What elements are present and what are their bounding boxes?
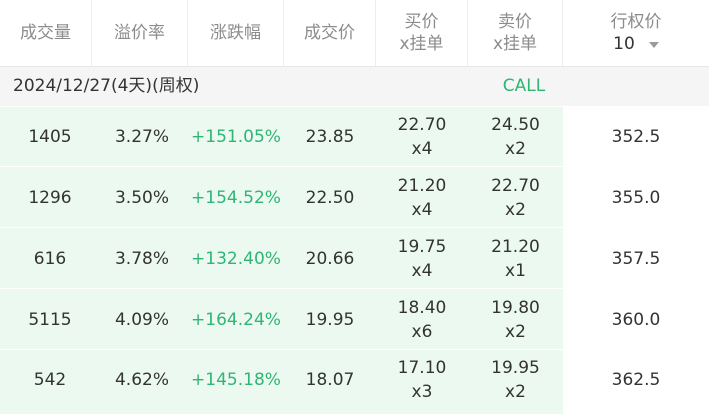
ask-cell[interactable]: 19.95 x2 (468, 350, 563, 410)
row-divider (0, 227, 709, 228)
expiry-row[interactable]: 2024/12/27(4天)(周权) CALL (0, 67, 709, 106)
table-row[interactable]: 542 4.62% +145.18% 18.07 17.10 x3 19.95 x2… (0, 350, 709, 410)
ask-size: x2 (505, 139, 526, 159)
col-header-strike-label: 行权价 (610, 12, 662, 32)
table-row[interactable]: 616 3.78% +132.40% 20.66 19.75 x4 21.20 x1… (0, 229, 709, 289)
bid-price: 19.75 (397, 237, 447, 257)
volume-cell: 1405 (28, 127, 72, 147)
ask-size: x2 (505, 322, 526, 342)
ask-cell[interactable]: 21.20 x1 (468, 229, 563, 289)
ask-size: x2 (505, 200, 526, 220)
col-header-volume-label: 成交量 (20, 23, 71, 43)
last-price-cell: 23.85 (305, 127, 355, 147)
premium-cell: 3.78% (114, 249, 169, 269)
bid-size: x6 (411, 322, 433, 342)
col-header-ask-size-label: x挂单 (492, 34, 538, 54)
strike-cell: 357.5 (611, 249, 661, 269)
col-header-premium-label: 溢价率 (114, 23, 165, 43)
volume-cell: 542 (33, 370, 67, 390)
table-row[interactable]: 1405 3.27% +151.05% 23.85 22.70 x4 24.50 x… (0, 107, 709, 167)
col-header-bid[interactable]: 买价 x挂单 (376, 0, 468, 66)
volume-cell: 5115 (28, 310, 72, 330)
last-price-cell: 22.50 (305, 188, 355, 208)
bid-cell[interactable]: 17.10 x3 (376, 350, 468, 410)
bid-size: x4 (411, 261, 433, 281)
col-header-change[interactable]: 涨跌幅 (188, 0, 284, 66)
bid-price: 22.70 (397, 115, 447, 135)
bid-size: x4 (411, 139, 433, 159)
col-header-last-label: 成交价 (304, 23, 355, 43)
ask-cell[interactable]: 19.80 x2 (468, 290, 563, 350)
bid-cell[interactable]: 22.70 x4 (376, 107, 468, 167)
option-chain-table: 成交量 溢价率 涨跌幅 成交价 买价 x挂单 卖价 x挂单 行权价 10 202… (0, 0, 709, 414)
premium-cell: 3.27% (114, 127, 169, 147)
col-header-strike[interactable]: 行权价 10 (563, 0, 709, 66)
strike-cell: 355.0 (611, 188, 661, 208)
ask-size: x1 (505, 261, 526, 281)
strike-count-value: 10 (613, 34, 635, 54)
volume-cell: 1296 (28, 188, 72, 208)
ask-price: 19.95 (491, 358, 540, 378)
bid-size: x4 (411, 200, 433, 220)
col-header-ask[interactable]: 卖价 x挂单 (468, 0, 563, 66)
col-header-change-label: 涨跌幅 (210, 23, 261, 43)
ask-price: 22.70 (491, 176, 540, 196)
ask-price: 19.80 (491, 298, 540, 318)
col-header-volume[interactable]: 成交量 (0, 0, 92, 66)
bid-price: 17.10 (397, 358, 447, 378)
col-header-premium[interactable]: 溢价率 (92, 0, 188, 66)
ask-cell[interactable]: 24.50 x2 (468, 107, 563, 167)
change-cell: +164.24% (191, 310, 281, 330)
strike-cell: 362.5 (611, 370, 661, 390)
expiry-date: 2024/12/27(4天)(周权) (13, 76, 200, 96)
premium-cell: 4.09% (114, 310, 169, 330)
strike-cell: 360.0 (611, 310, 661, 330)
strike-count-dropdown[interactable]: 10 (613, 33, 659, 55)
table-row[interactable]: 1296 3.50% +154.52% 22.50 21.20 x4 22.70 x… (0, 168, 709, 228)
bid-cell[interactable]: 21.20 x4 (376, 168, 468, 228)
chevron-down-icon (648, 42, 659, 48)
col-header-bid-label: 买价 (404, 12, 439, 32)
bid-price: 18.40 (397, 298, 447, 318)
col-header-ask-label: 卖价 (498, 12, 532, 32)
strike-cell: 352.5 (611, 127, 661, 147)
call-side-label: CALL (502, 76, 546, 96)
last-price-cell: 19.95 (305, 310, 355, 330)
bid-size: x3 (411, 382, 433, 402)
last-price-cell: 18.07 (305, 370, 355, 390)
table-header: 成交量 溢价率 涨跌幅 成交价 买价 x挂单 卖价 x挂单 行权价 10 (0, 0, 709, 67)
ask-size: x2 (505, 382, 526, 402)
premium-cell: 3.50% (114, 188, 169, 208)
col-header-last-price[interactable]: 成交价 (284, 0, 376, 66)
ask-price: 21.20 (491, 237, 540, 257)
row-divider (0, 166, 709, 167)
bid-price: 21.20 (397, 176, 447, 196)
ask-price: 24.50 (491, 115, 540, 135)
change-cell: +151.05% (191, 127, 281, 147)
last-price-cell: 20.66 (305, 249, 355, 269)
change-cell: +132.40% (191, 249, 281, 269)
premium-cell: 4.62% (114, 370, 169, 390)
change-cell: +154.52% (191, 188, 281, 208)
change-cell: +145.18% (191, 370, 281, 390)
row-divider (0, 288, 709, 289)
col-header-bid-size-label: x挂单 (399, 34, 444, 54)
volume-cell: 616 (33, 249, 67, 269)
ask-cell[interactable]: 22.70 x2 (468, 168, 563, 228)
table-row[interactable]: 5115 4.09% +164.24% 19.95 18.40 x6 19.80 x… (0, 290, 709, 350)
bid-cell[interactable]: 19.75 x4 (376, 229, 468, 289)
bid-cell[interactable]: 18.40 x6 (376, 290, 468, 350)
